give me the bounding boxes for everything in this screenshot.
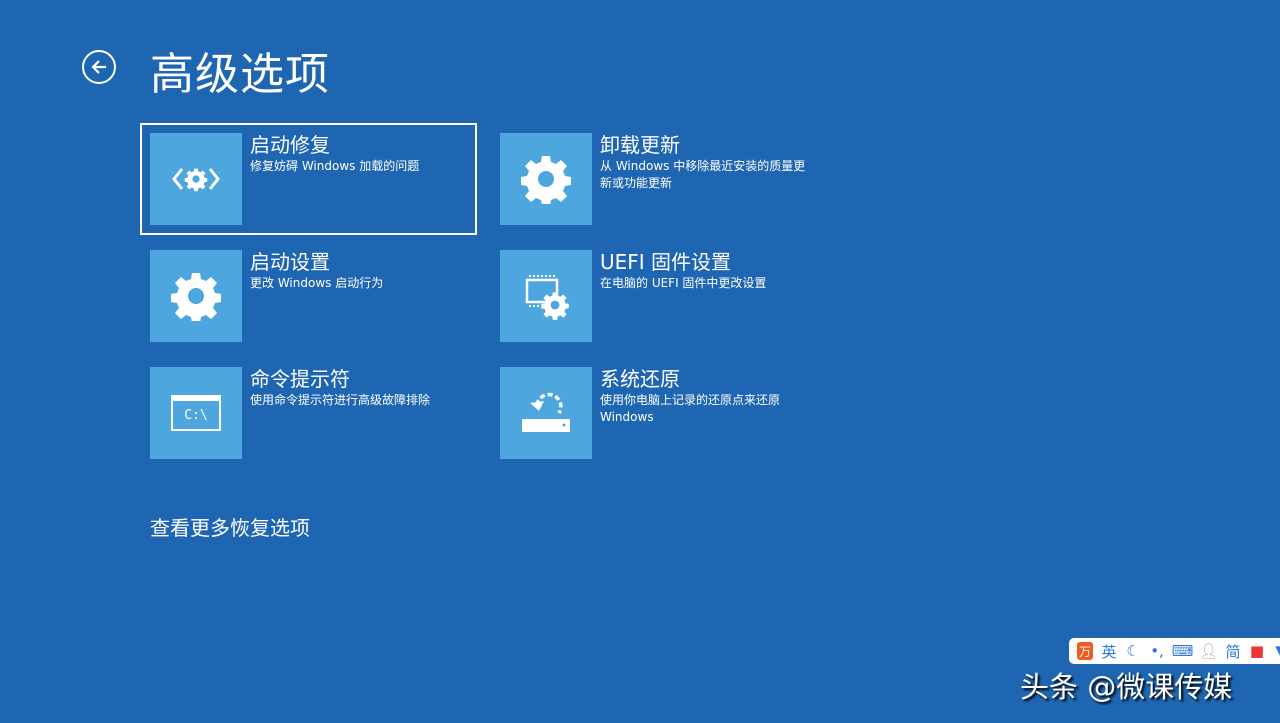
option-title: UEFI 固件设置 xyxy=(600,246,731,275)
ime-logo-icon[interactable]: 万 xyxy=(1077,642,1093,660)
option-uefi-settings[interactable]: UEFI 固件设置 在电脑的 UEFI 固件中更改设置 xyxy=(500,250,820,342)
gear-icon xyxy=(500,133,592,225)
option-uninstall-updates[interactable]: 卸载更新 从 Windows 中移除最近安装的质量更新或功能更新 xyxy=(500,133,820,225)
startup-repair-icon xyxy=(150,133,242,225)
option-desc: 从 Windows 中移除最近安装的质量更新或功能更新 xyxy=(600,158,810,192)
keyboard-icon[interactable]: ⌨ xyxy=(1173,642,1192,660)
option-system-restore[interactable]: 系统还原 使用你电脑上记录的还原点来还原 Windows xyxy=(500,367,820,459)
option-desc: 更改 Windows 启动行为 xyxy=(250,275,470,292)
moon-icon[interactable]: ☾ xyxy=(1125,642,1141,660)
more-recovery-options-link[interactable]: 查看更多恢复选项 xyxy=(150,512,310,541)
punctuation-icon[interactable]: •, xyxy=(1149,642,1165,660)
option-command-prompt[interactable]: C:\ 命令提示符 使用命令提示符进行高级故障排除 xyxy=(150,367,470,459)
command-prompt-text: C:\ xyxy=(171,395,221,431)
gear-icon xyxy=(150,250,242,342)
skin-icon[interactable]: ▼ xyxy=(1273,642,1280,660)
option-title: 系统还原 xyxy=(600,363,680,392)
user-icon[interactable]: 👤︎ xyxy=(1200,642,1217,660)
watermark: 头条 @微课传媒 xyxy=(1020,664,1232,706)
ime-toolbar: 万 英 ☾ •, ⌨ 👤︎ 简 ■ ▼ xyxy=(1069,638,1280,664)
option-desc: 使用命令提示符进行高级故障排除 xyxy=(250,392,470,409)
option-desc: 使用你电脑上记录的还原点来还原 Windows xyxy=(600,392,800,426)
firmware-gear-icon xyxy=(500,250,592,342)
option-title: 命令提示符 xyxy=(250,363,350,392)
option-title: 启动设置 xyxy=(250,246,330,275)
option-startup-repair[interactable]: 启动修复 修复妨碍 Windows 加载的问题 xyxy=(150,133,470,225)
back-button[interactable] xyxy=(82,50,116,84)
option-desc: 修复妨碍 Windows 加载的问题 xyxy=(250,158,470,175)
option-desc: 在电脑的 UEFI 固件中更改设置 xyxy=(600,275,820,292)
back-arrow-icon xyxy=(90,58,108,76)
ime-language-toggle[interactable]: 英 xyxy=(1101,641,1117,662)
command-prompt-icon: C:\ xyxy=(150,367,242,459)
option-startup-settings[interactable]: 启动设置 更改 Windows 启动行为 xyxy=(150,250,470,342)
system-restore-icon xyxy=(500,367,592,459)
option-title: 启动修复 xyxy=(250,129,330,158)
simplified-toggle[interactable]: 简 xyxy=(1225,641,1241,662)
page-title: 高级选项 xyxy=(150,38,330,102)
video-icon[interactable]: ■ xyxy=(1249,642,1265,660)
option-title: 卸载更新 xyxy=(600,129,680,158)
